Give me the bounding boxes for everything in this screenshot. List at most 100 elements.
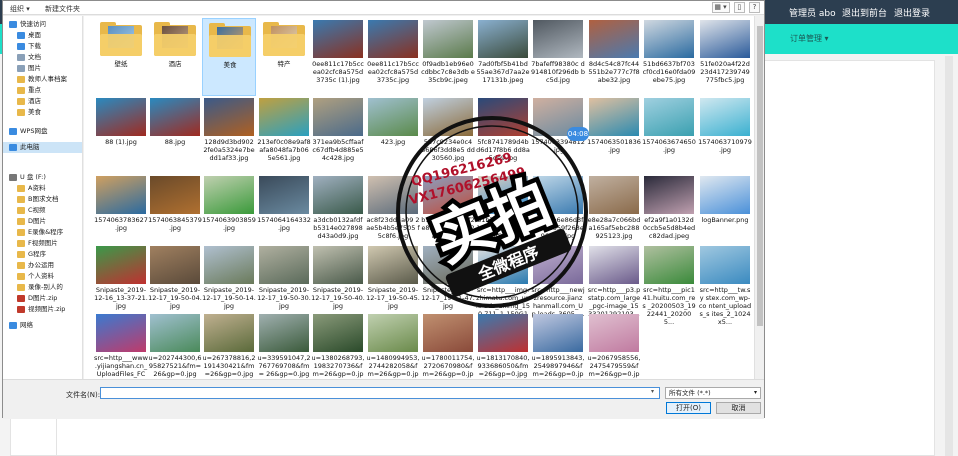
chevron-down-icon[interactable]: ▾: [651, 388, 654, 395]
image-file-item[interactable]: 213ef0c08e9af8 afa8048fa7b06 5e561.jpg: [257, 96, 311, 174]
nav-item[interactable]: 个人资料: [17, 271, 54, 282]
image-file-item[interactable]: u=267378816,2 191430421&fm =26&gp=0.jpg: [202, 312, 256, 379]
image-file-item[interactable]: 7bafeff98380c d914810f296db bc5d.jpg: [531, 18, 585, 96]
logout-link[interactable]: 退出登录: [894, 6, 930, 19]
image-file-item[interactable]: 1574063903859 .jpg: [202, 174, 256, 252]
image-file-item[interactable]: Snipaste_2019-12-17_19-50-04.jpg: [148, 244, 202, 322]
filetype-select[interactable]: 所有文件 (*.*) ▾: [665, 387, 761, 399]
image-file-item[interactable]: src=http___p3.p statp.com_large _pgc-ima…: [587, 244, 641, 322]
image-file-item[interactable]: src=http___www .yijiangshan.cn_ UploadFi…: [94, 312, 148, 379]
file-name-label: Snipaste_2019-12-17_19-50-14.jpg: [202, 286, 256, 310]
image-file-item[interactable]: 128d9d3bd902 2fe0a5324e7be dd1af33.jpg: [202, 96, 256, 174]
image-file-item[interactable]: 1574063845379 .jpg: [148, 174, 202, 252]
image-file-item[interactable]: 8d4c54c87fc44 551b2e777c7f8 abe32.jpg: [587, 18, 641, 96]
image-file-item[interactable]: 0ee811c17b5cc ea02cfc8a575d 3735c (1).jp…: [311, 18, 365, 96]
image-file-item[interactable]: 0ee811c17b5cc ea02cfc8a575d 3735c.jpg: [366, 18, 420, 96]
image-file-item[interactable]: 1574064164332 .jpg: [257, 174, 311, 252]
organize-menu[interactable]: 组织 ▾: [10, 4, 30, 14]
order-management-menu[interactable]: 订单管理 ▾: [790, 33, 829, 44]
nav-item[interactable]: 网络: [9, 320, 33, 331]
nav-item[interactable]: 办公运用: [17, 260, 54, 271]
image-file-item[interactable]: u=1480994953, 2744282058&f m=26&gp=0.jp …: [366, 312, 420, 379]
image-file-item[interactable]: ced48e6e86d3f 32e04959f268e 962fc2.jpg: [531, 174, 585, 252]
image-file-item[interactable]: src=http___pic1 41.huitu.com_res _202005…: [642, 244, 696, 326]
nav-item[interactable]: 文档: [17, 52, 41, 63]
image-file-item[interactable]: src=http___newj zresource.jianz hanmall.…: [531, 244, 585, 322]
new-folder-button[interactable]: 新建文件夹: [45, 4, 80, 14]
image-file-item[interactable]: 51bd6637bf703 cf0cd16e0fda09 ebe75.jpg: [642, 18, 696, 96]
image-file-item[interactable]: Snipaste_2019-12-17_19-50-40.jpg: [311, 244, 365, 322]
nav-item[interactable]: 教师人事档案: [17, 74, 67, 85]
image-file-item[interactable]: ef2a9f1a0132d 0ccb5e5d8b4ed c82dad.jpeg: [642, 174, 696, 252]
image-file-item[interactable]: u=2067958556, 2475479559&f m=26&gp=0.jp …: [587, 312, 641, 379]
nav-item[interactable]: B图求文档: [17, 194, 58, 205]
image-file-item[interactable]: ac8f23dd5a09 2ae5b4b5e7505 f5c8f6.jpg: [366, 174, 420, 252]
image-file-item[interactable]: u=1813170840, 933686050&fm =26&gp=0.jpg: [476, 312, 530, 379]
image-file-item[interactable]: u=1780011754, 2720670980&f m=26&gp=0.jp …: [421, 312, 475, 379]
nav-item[interactable]: 快速访问: [9, 19, 46, 30]
nav-item[interactable]: U 盘 (F:): [9, 172, 46, 183]
image-file-item[interactable]: Snipaste_2019-12-17_19-51-47.jpg: [421, 244, 475, 322]
nav-item[interactable]: A资料: [17, 183, 45, 194]
image-file-item[interactable]: e8e28a7c066bd a165af5ebc288 925123.jpg: [587, 174, 641, 252]
folder-item[interactable]: 美食: [202, 18, 256, 96]
nav-item[interactable]: 美食: [17, 107, 41, 118]
file-list-scrollbar[interactable]: [754, 16, 764, 379]
nav-item[interactable]: 重点: [17, 85, 41, 96]
image-file-item[interactable]: u=202744300,6 95827521&fm= 26&gp=0.jpg: [148, 312, 202, 379]
image-file-item[interactable]: 1574063501836 .jpg: [587, 96, 641, 174]
view-options-button[interactable]: ▦ ▾: [711, 2, 730, 13]
image-file-item[interactable]: u=1895913843, 2549897946&f m=26&gp=0.jp …: [531, 312, 585, 379]
back-to-front-link[interactable]: 退出到前台: [842, 6, 887, 19]
nav-item[interactable]: WPS网盘: [9, 126, 47, 137]
folder-item[interactable]: 特产: [257, 18, 311, 96]
nav-item[interactable]: F视频图片: [17, 238, 58, 249]
nav-item[interactable]: D图片.zip: [17, 293, 57, 304]
folder-item[interactable]: 酒店: [148, 18, 202, 96]
image-file-item[interactable]: Snipaste_2019-12-16_13-37-21.jpg: [94, 244, 148, 322]
page-scrollbar[interactable]: [945, 56, 953, 456]
image-file-item[interactable]: Snipaste_2019-12-17_19-50-45.jpg: [366, 244, 420, 322]
image-file-item[interactable]: 88 (1).jpg: [94, 96, 148, 174]
nav-item[interactable]: G程序: [17, 249, 46, 260]
image-file-item[interactable]: 7ad0fbf5b41bd 55ae367d7aa2e 17131b.jpeg: [476, 18, 530, 96]
image-file-item[interactable]: 1574063674650 .jpg: [642, 96, 696, 174]
open-button[interactable]: 打开(O): [666, 402, 711, 414]
image-file-item[interactable]: b1f05ae4bfc2 f2e8b1f95a0c d02ab6e0.jpg: [421, 174, 475, 252]
nav-item[interactable]: C视频: [17, 205, 46, 216]
image-file-item[interactable]: 0f9adb1eb96e0 cdbbc7c8e3db e35cb9c.jpeg: [421, 18, 475, 96]
image-file-item[interactable]: 51fe020a4f22d 23d417239749 775fbc5.jpg: [698, 18, 752, 96]
image-file-item[interactable]: 371ea9b5cffaaf c67dfb4d885e5 4c428.jpg: [311, 96, 365, 174]
nav-item[interactable]: 录像-别人的: [17, 282, 63, 293]
image-file-item[interactable]: src=http___tw.sy stex.com_wp-co ntent_up…: [698, 244, 752, 326]
scrollbar-thumb[interactable]: [757, 26, 763, 326]
image-file-item[interactable]: src=http___img. zhimatu.com_uplo ads_all…: [476, 244, 530, 326]
image-file-item[interactable]: Snipaste_2019-12-17_19-50-14.jpg: [202, 244, 256, 322]
folder-item[interactable]: 壁纸: [94, 18, 148, 96]
nav-item[interactable]: 桌面: [17, 30, 41, 41]
image-file-item[interactable]: Snipaste_2019-12-17_19-50-30.jpg: [257, 244, 311, 322]
nav-item[interactable]: 此电脑: [3, 142, 82, 153]
image-file-item[interactable]: 1574063783627 .jpg: [94, 174, 148, 252]
filename-input[interactable]: [100, 387, 660, 399]
image-file-item[interactable]: 5fc8741789d4b d6d17f8b6 dd8a 5de9.jpg: [476, 96, 530, 174]
nav-item[interactable]: 下载: [17, 41, 41, 52]
image-file-item[interactable]: a3dcb0132afdf b5314e027898 d43a0d9.jpg: [311, 174, 365, 252]
image-file-item[interactable]: b1b7f59d8b8ed 1a29da27bd9d2 8e489f.jpg: [476, 174, 530, 252]
nav-item[interactable]: 图片: [17, 63, 41, 74]
nav-item[interactable]: 视频图片.zip: [17, 304, 65, 315]
image-file-item[interactable]: 423.jpg: [366, 96, 420, 174]
image-file-item[interactable]: logBanner.png: [698, 174, 752, 252]
cancel-button[interactable]: 取消: [716, 402, 761, 414]
preview-pane-button[interactable]: ▯: [733, 2, 745, 13]
nav-item[interactable]: 酒店: [17, 96, 41, 107]
image-file-item[interactable]: u=339591047,2 767769708&fm= 26&gp=0.jpg: [257, 312, 311, 379]
nav-item[interactable]: D图片: [17, 216, 46, 227]
image-file-item[interactable]: 537c9234e0c4 8686f3dd8e5 dd30560.jpg: [421, 96, 475, 174]
nav-item[interactable]: E录像&程序: [17, 227, 63, 238]
image-file-item[interactable]: 1574063710979 .jpg: [698, 96, 752, 174]
image-file-item[interactable]: u=1380268793, 1983270736&f m=26&gp=0.jp …: [311, 312, 365, 379]
nav-item-label: 视频图片.zip: [28, 305, 66, 313]
image-file-item[interactable]: 88.jpg: [148, 96, 202, 174]
help-button[interactable]: ?: [749, 2, 760, 13]
